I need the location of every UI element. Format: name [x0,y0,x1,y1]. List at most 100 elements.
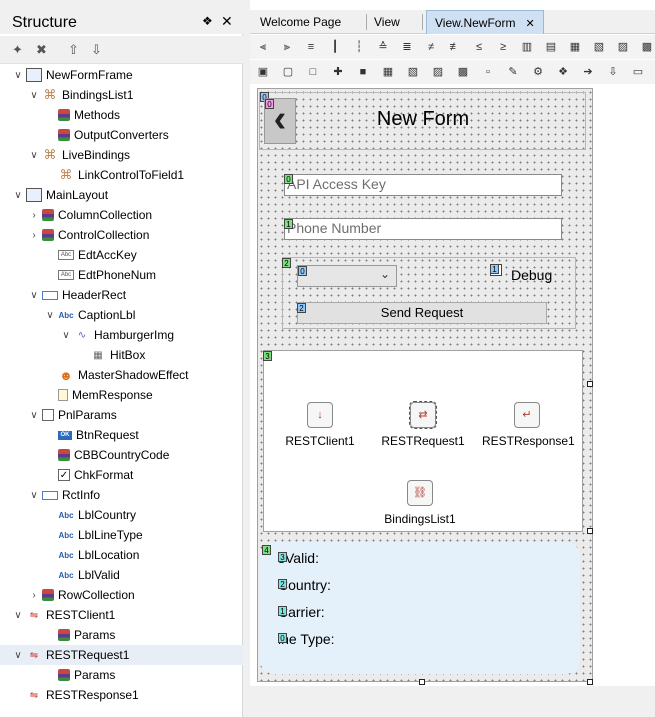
tree-item-bindingslist1[interactable]: ∨ ⌘ BindingsList1 [28,85,133,105]
expand-chevron-icon[interactable]: ∨ [12,190,24,201]
toolbar-tool-icon[interactable]: ▧ [591,39,607,55]
rest-client-component[interactable]: ↓ RESTClient1 [275,402,365,448]
toolbar-tool-icon[interactable]: ┆ [351,39,367,55]
toolbar-tool-icon[interactable]: ⫷ [255,39,271,55]
tab-close-icon[interactable]: ✕ [525,18,534,30]
tree-item-outputconverters[interactable]: OutputConverters [44,125,169,145]
expand-chevron-icon[interactable]: ∨ [12,610,24,621]
bindings-list-component[interactable]: ⛓ BindingsList1 [375,480,465,526]
tree-item-params[interactable]: Params [44,665,115,685]
tree-item-lblcountry[interactable]: Abc LblCountry [44,505,136,525]
toolbar-tool-icon[interactable]: ➔ [580,64,596,80]
tree-item-newformframe[interactable]: ∨ NewFormFrame [12,65,133,85]
expand-chevron-icon[interactable]: › [28,590,40,601]
tree-item-lblvalid[interactable]: Abc LblValid [44,565,119,585]
rest-response-component[interactable]: ↵ RESTResponse1 [482,402,575,448]
phone-number-input[interactable]: Phone Number [284,218,562,240]
resize-handle[interactable] [587,528,593,534]
tree-item-mainlayout[interactable]: ∨ MainLayout [12,185,108,205]
expand-chevron-icon[interactable]: ∨ [60,330,72,341]
tree-item-methods[interactable]: Methods [44,105,120,125]
tree-item-rctinfo[interactable]: ∨ RctInfo [28,485,100,505]
tab-welcome-page[interactable]: Welcome Page [252,10,349,34]
move-down-icon[interactable]: ⇩ [91,42,102,58]
tree-item-pnlparams[interactable]: ∨ PnlParams [28,405,116,425]
tree-item-captionlbl[interactable]: ∨ Abc CaptionLbl [44,305,135,325]
tree-item-edtphonenum[interactable]: Abc EdtPhoneNum [44,265,156,285]
pin-icon[interactable]: ❖ [202,14,213,28]
country-code-combobox[interactable]: ⌄ [297,265,397,287]
close-icon[interactable]: ✕ [221,13,233,30]
toolbar-tool-icon[interactable]: ▢ [280,64,296,80]
resize-handle[interactable] [419,679,425,685]
toolbar-tool-icon[interactable]: ⫸ [279,39,295,55]
tree-item-lbllinetype[interactable]: Abc LblLineType [44,525,142,545]
tree-item-hamburgerimg[interactable]: ∨ ∿ HamburgerImg [60,325,174,345]
toolbar-tool-icon[interactable]: ▩ [455,64,471,80]
tree-item-hitbox[interactable]: ▦ HitBox [76,345,145,365]
expand-chevron-icon[interactable]: ∨ [28,290,40,301]
tree-item-controlcollection[interactable]: › ControlCollection [28,225,149,245]
tab-view[interactable]: View [366,10,408,34]
tree-item-restresponse1[interactable]: ⇋ RESTResponse1 [12,685,139,705]
expand-chevron-icon[interactable]: › [28,210,40,221]
expand-chevron-icon[interactable]: ∨ [12,70,24,81]
new-item-icon[interactable]: ✦ [12,42,23,58]
toolbar-tool-icon[interactable]: ▦ [380,64,396,80]
toolbar-tool-icon[interactable]: ▨ [615,39,631,55]
expand-chevron-icon[interactable]: ∨ [12,650,24,661]
toolbar-tool-icon[interactable]: ▭ [630,64,646,80]
toolbar-tool-icon[interactable]: ❖ [555,64,571,80]
tree-item-restclient1[interactable]: ∨ ⇋ RESTClient1 [12,605,115,625]
tree-item-cbbcountrycode[interactable]: CBBCountryCode [44,445,169,465]
toolbar-tool-icon[interactable]: ▨ [430,64,446,80]
expand-chevron-icon[interactable]: ∨ [44,310,56,321]
expand-chevron-icon[interactable]: › [28,230,40,241]
resize-handle[interactable] [587,679,593,685]
tree-item-columncollection[interactable]: › ColumnCollection [28,205,152,225]
toolbar-tool-icon[interactable]: ≢ [447,39,463,55]
toolbar-tool-icon[interactable]: ≥ [495,39,511,55]
tree-item-mastershadoweffect[interactable]: ☻ MasterShadowEffect [44,365,188,385]
tab-view-newform[interactable]: View.NewForm ✕ [426,10,544,34]
tree-item-lbllocation[interactable]: Abc LblLocation [44,545,139,565]
toolbar-tool-icon[interactable]: ≣ [399,39,415,55]
tree-item-memresponse[interactable]: MemResponse [44,385,153,405]
toolbar-tool-icon[interactable]: ≠ [423,39,439,55]
toolbar-tool-icon[interactable]: ▧ [405,64,421,80]
toolbar-tool-icon[interactable]: ■ [355,64,371,80]
expand-chevron-icon[interactable]: ∨ [28,90,40,101]
tree-item-restrequest1[interactable]: ∨ ⇋ RESTRequest1 [0,645,243,665]
toolbar-tool-icon[interactable]: ▫ [480,64,496,80]
toolbar-tool-icon[interactable]: ▥ [519,39,535,55]
toolbar-tool-icon[interactable]: ▩ [639,39,655,55]
toolbar-tool-icon[interactable]: ≤ [471,39,487,55]
expand-chevron-icon[interactable]: ∨ [28,490,40,501]
tree-item-rowcollection[interactable]: › RowCollection [28,585,134,605]
toolbar-tool-icon[interactable]: ┃ [327,39,343,55]
toolbar-tool-icon[interactable]: ✚ [330,64,346,80]
expand-chevron-icon[interactable]: ∨ [28,150,40,161]
tree-item-btnrequest[interactable]: OK BtnRequest [44,425,139,445]
toolbar-tool-icon[interactable]: ▦ [567,39,583,55]
horizontal-scrollbar[interactable] [250,686,655,717]
tree-item-chkformat[interactable]: ✓ ChkFormat [44,465,133,485]
send-request-button[interactable]: Send Request [297,302,547,324]
toolbar-tool-icon[interactable]: ≡ [303,39,319,55]
toolbar-tool-icon[interactable]: ▣ [255,64,271,80]
tree-item-linkcontroltofield1[interactable]: ⌘ LinkControlToField1 [44,165,185,185]
toolbar-tool-icon[interactable]: ⚙ [530,64,546,80]
toolbar-tool-icon[interactable]: ▤ [543,39,559,55]
rest-request-component[interactable]: ⇄ RESTRequest1 [378,401,468,448]
toolbar-tool-icon[interactable]: ≙ [375,39,391,55]
tree-item-headerrect[interactable]: ∨ HeaderRect [28,285,126,305]
resize-handle[interactable] [587,381,593,387]
delete-item-icon[interactable]: ✖ [36,42,47,58]
move-up-icon[interactable]: ⇧ [68,42,79,58]
tree-item-livebindings[interactable]: ∨ ⌘ LiveBindings [28,145,130,165]
expand-chevron-icon[interactable]: ∨ [28,410,40,421]
toolbar-tool-icon[interactable]: ✎ [505,64,521,80]
tree-item-params[interactable]: Params [44,625,115,645]
toolbar-tool-icon[interactable]: ⇩ [605,64,621,80]
tree-item-edtacckey[interactable]: Abc EdtAccKey [44,245,137,265]
